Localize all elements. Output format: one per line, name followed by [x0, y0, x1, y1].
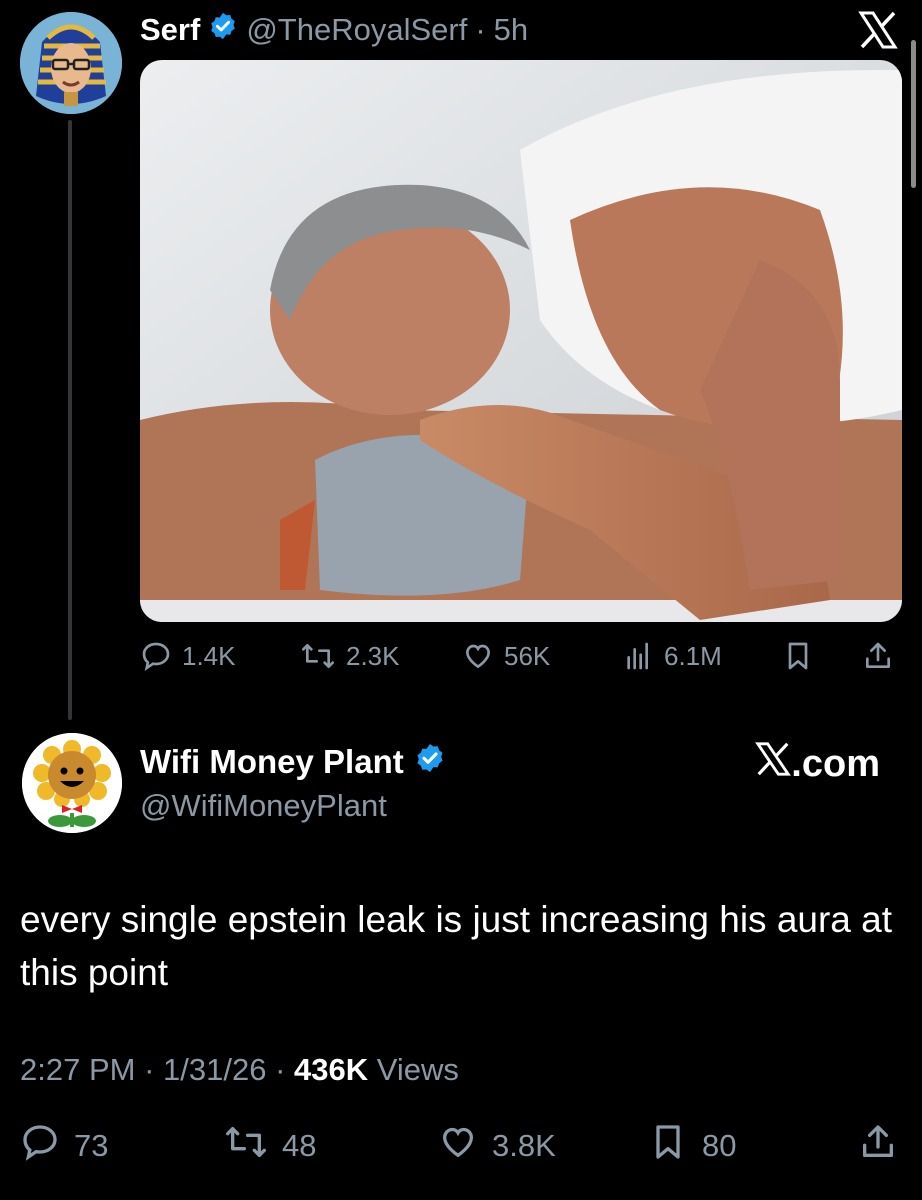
views-button[interactable]: 6.1M	[622, 640, 722, 672]
pharaoh-avatar-image	[20, 12, 122, 114]
author-name-row: Wifi Money Plant	[140, 742, 446, 782]
header-separator: ·	[475, 12, 486, 47]
retweet-button[interactable]: 2.3K	[300, 640, 400, 672]
share-button[interactable]	[858, 1122, 898, 1170]
tweet-text: every single epstein leak is just increa…	[20, 899, 893, 993]
retweet-icon	[300, 640, 336, 672]
like-count: 3.8K	[492, 1128, 556, 1163]
meta-separator: ·	[144, 1052, 155, 1087]
watermark-domain: .com	[791, 742, 880, 785]
share-icon	[858, 1122, 898, 1170]
quoted-tweet-header: Serf @TheRoyalSerf · 5h	[140, 10, 528, 50]
thread-connector	[68, 120, 72, 720]
x-logo-icon	[858, 10, 898, 50]
wifimoneyplant-avatar[interactable]	[22, 733, 122, 833]
quoted-tweet-age[interactable]: 5h	[494, 12, 528, 48]
quoted-tweet-actions: 1.4K 2.3K 56K 6.1M	[140, 640, 902, 682]
retweet-count: 2.3K	[346, 640, 400, 671]
views-count: 6.1M	[664, 640, 722, 671]
bookmark-count: 80	[702, 1128, 737, 1163]
serf-avatar[interactable]	[20, 12, 122, 114]
verified-badge-icon	[414, 742, 446, 782]
quoted-author-handle[interactable]: @TheRoyalSerf	[246, 12, 467, 48]
reply-count: 73	[74, 1128, 109, 1163]
views-total: 436K	[294, 1052, 369, 1087]
author-handle[interactable]: @WifiMoneyPlant	[140, 788, 387, 824]
tweet-time[interactable]: 2:27 PM	[20, 1052, 135, 1087]
bookmark-icon	[782, 640, 814, 672]
views-icon	[622, 640, 654, 672]
x-watermark: .com	[755, 742, 880, 786]
like-button[interactable]: 56K	[462, 640, 550, 672]
like-icon	[438, 1122, 478, 1170]
like-button[interactable]: 3.8K	[438, 1122, 556, 1170]
photo-illustration	[140, 60, 902, 622]
quoted-author-name[interactable]: Serf	[140, 12, 200, 48]
tweet-media-photo[interactable]	[140, 60, 902, 622]
reply-count: 1.4K	[182, 640, 236, 671]
tweet-metadata: 2:27 PM · 1/31/26 · 436K Views	[20, 1052, 459, 1088]
reply-button[interactable]: 1.4K	[140, 640, 236, 672]
like-count: 56K	[504, 640, 551, 671]
tweet-date[interactable]: 1/31/26	[163, 1052, 266, 1087]
verified-badge-icon	[208, 11, 238, 49]
bookmark-button[interactable]: 80	[648, 1122, 736, 1170]
sunflower-avatar-image	[22, 733, 122, 833]
tweet-actions: 73 48 3.8K 80	[20, 1122, 900, 1172]
views-label: Views	[376, 1052, 459, 1087]
x-logo-icon	[755, 742, 792, 786]
meta-separator: ·	[275, 1052, 286, 1087]
scrollbar-thumb[interactable]	[911, 40, 916, 188]
retweet-button[interactable]: 48	[224, 1122, 316, 1170]
bookmark-icon	[648, 1122, 688, 1170]
bookmark-button[interactable]	[782, 640, 814, 672]
reply-icon	[140, 640, 172, 672]
like-icon	[462, 640, 494, 672]
retweet-count: 48	[282, 1128, 317, 1163]
reply-button[interactable]: 73	[20, 1122, 108, 1170]
share-icon	[862, 640, 894, 672]
author-name[interactable]: Wifi Money Plant	[140, 743, 404, 781]
reply-icon	[20, 1122, 60, 1170]
retweet-icon	[224, 1122, 268, 1170]
share-button[interactable]	[862, 640, 894, 672]
